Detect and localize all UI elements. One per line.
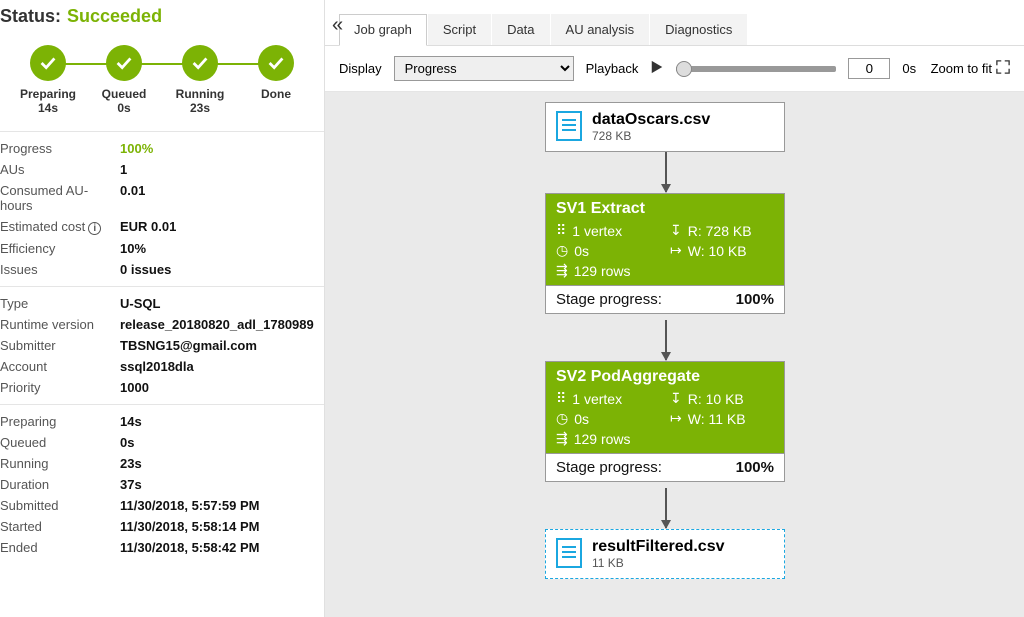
arrow-icon: [665, 320, 667, 360]
meta-table: TypeU-SQL Runtime versionrelease_2018082…: [0, 287, 324, 405]
file-icon: [556, 538, 582, 568]
stage-title: SV2 PodAggregate: [556, 368, 774, 386]
clock-icon: ◷: [556, 410, 568, 427]
stage2-node[interactable]: SV2 PodAggregate ⠿1 vertex ↧R: 10 KB ◷0s…: [545, 361, 785, 482]
collapse-icon[interactable]: «: [332, 14, 343, 37]
display-label: Display: [339, 61, 382, 76]
info-icon[interactable]: i: [88, 222, 101, 235]
check-icon: [182, 45, 218, 81]
input-filename: dataOscars.csv: [592, 111, 710, 129]
arrow-icon: [665, 152, 667, 192]
read-icon: ↧: [670, 390, 682, 407]
tabs: Job graph Script Data AU analysis Diagno…: [325, 0, 1024, 46]
write-icon: ↦: [670, 410, 682, 427]
playback-value[interactable]: [848, 58, 890, 79]
status-line: Status: Succeeded: [0, 6, 324, 35]
check-icon: [30, 45, 66, 81]
status-label: Status:: [0, 6, 61, 27]
tab-au-analysis[interactable]: AU analysis: [551, 14, 650, 45]
tab-diagnostics[interactable]: Diagnostics: [650, 14, 747, 45]
step-done: Done: [238, 45, 314, 101]
output-filename: resultFiltered.csv: [592, 538, 725, 556]
display-select[interactable]: Progress: [394, 56, 574, 81]
playback-slider[interactable]: [676, 66, 836, 72]
input-filesize: 728 KB: [592, 129, 710, 143]
vertex-icon: ⠿: [556, 390, 566, 407]
check-icon: [106, 45, 142, 81]
read-icon: ↧: [670, 222, 682, 239]
right-panel: Job graph Script Data AU analysis Diagno…: [325, 0, 1024, 617]
graph-toolbar: Display Progress Playback 0s Zoom to fit: [325, 46, 1024, 92]
rows-icon: ⇶: [556, 430, 568, 447]
check-icon: [258, 45, 294, 81]
play-icon[interactable]: [650, 60, 664, 77]
job-steps: Preparing 14s Queued 0s Running 23s Done: [0, 35, 324, 132]
input-node[interactable]: dataOscars.csv 728 KB: [545, 102, 785, 152]
slider-handle[interactable]: [676, 61, 692, 77]
stage-progress-value: 100%: [736, 291, 774, 308]
progress-value: 100%: [120, 141, 153, 156]
step-queued: Queued 0s: [86, 45, 162, 115]
vertex-icon: ⠿: [556, 222, 566, 239]
step-preparing: Preparing 14s: [10, 45, 86, 115]
tab-data[interactable]: Data: [492, 14, 549, 45]
rows-icon: ⇶: [556, 262, 568, 279]
clock-icon: ◷: [556, 242, 568, 259]
graph-area[interactable]: dataOscars.csv 728 KB SV1 Extract ⠿1 ver…: [325, 92, 1024, 617]
expand-icon: [996, 60, 1010, 77]
stage1-node[interactable]: SV1 Extract ⠿1 vertex ↧R: 728 KB ◷0s ↦W:…: [545, 193, 785, 314]
output-node[interactable]: resultFiltered.csv 11 KB: [545, 529, 785, 579]
stage-title: SV1 Extract: [556, 200, 774, 218]
tab-job-graph[interactable]: Job graph: [339, 14, 427, 46]
summary-table: Progress100% AUs1 Consumed AU-hours0.01 …: [0, 132, 324, 287]
file-icon: [556, 111, 582, 141]
zoom-to-fit-button[interactable]: Zoom to fit: [931, 60, 1010, 77]
stage-progress-value: 100%: [736, 459, 774, 476]
left-panel: Status: Succeeded Preparing 14s Queued 0…: [0, 0, 325, 617]
playback-unit: 0s: [902, 61, 916, 76]
step-running: Running 23s: [162, 45, 238, 115]
tab-script[interactable]: Script: [428, 14, 491, 45]
playback-label: Playback: [586, 61, 639, 76]
output-filesize: 11 KB: [592, 556, 725, 570]
arrow-icon: [665, 488, 667, 528]
write-icon: ↦: [670, 242, 682, 259]
status-value: Succeeded: [67, 6, 162, 27]
times-table: Preparing14s Queued0s Running23s Duratio…: [0, 405, 324, 564]
